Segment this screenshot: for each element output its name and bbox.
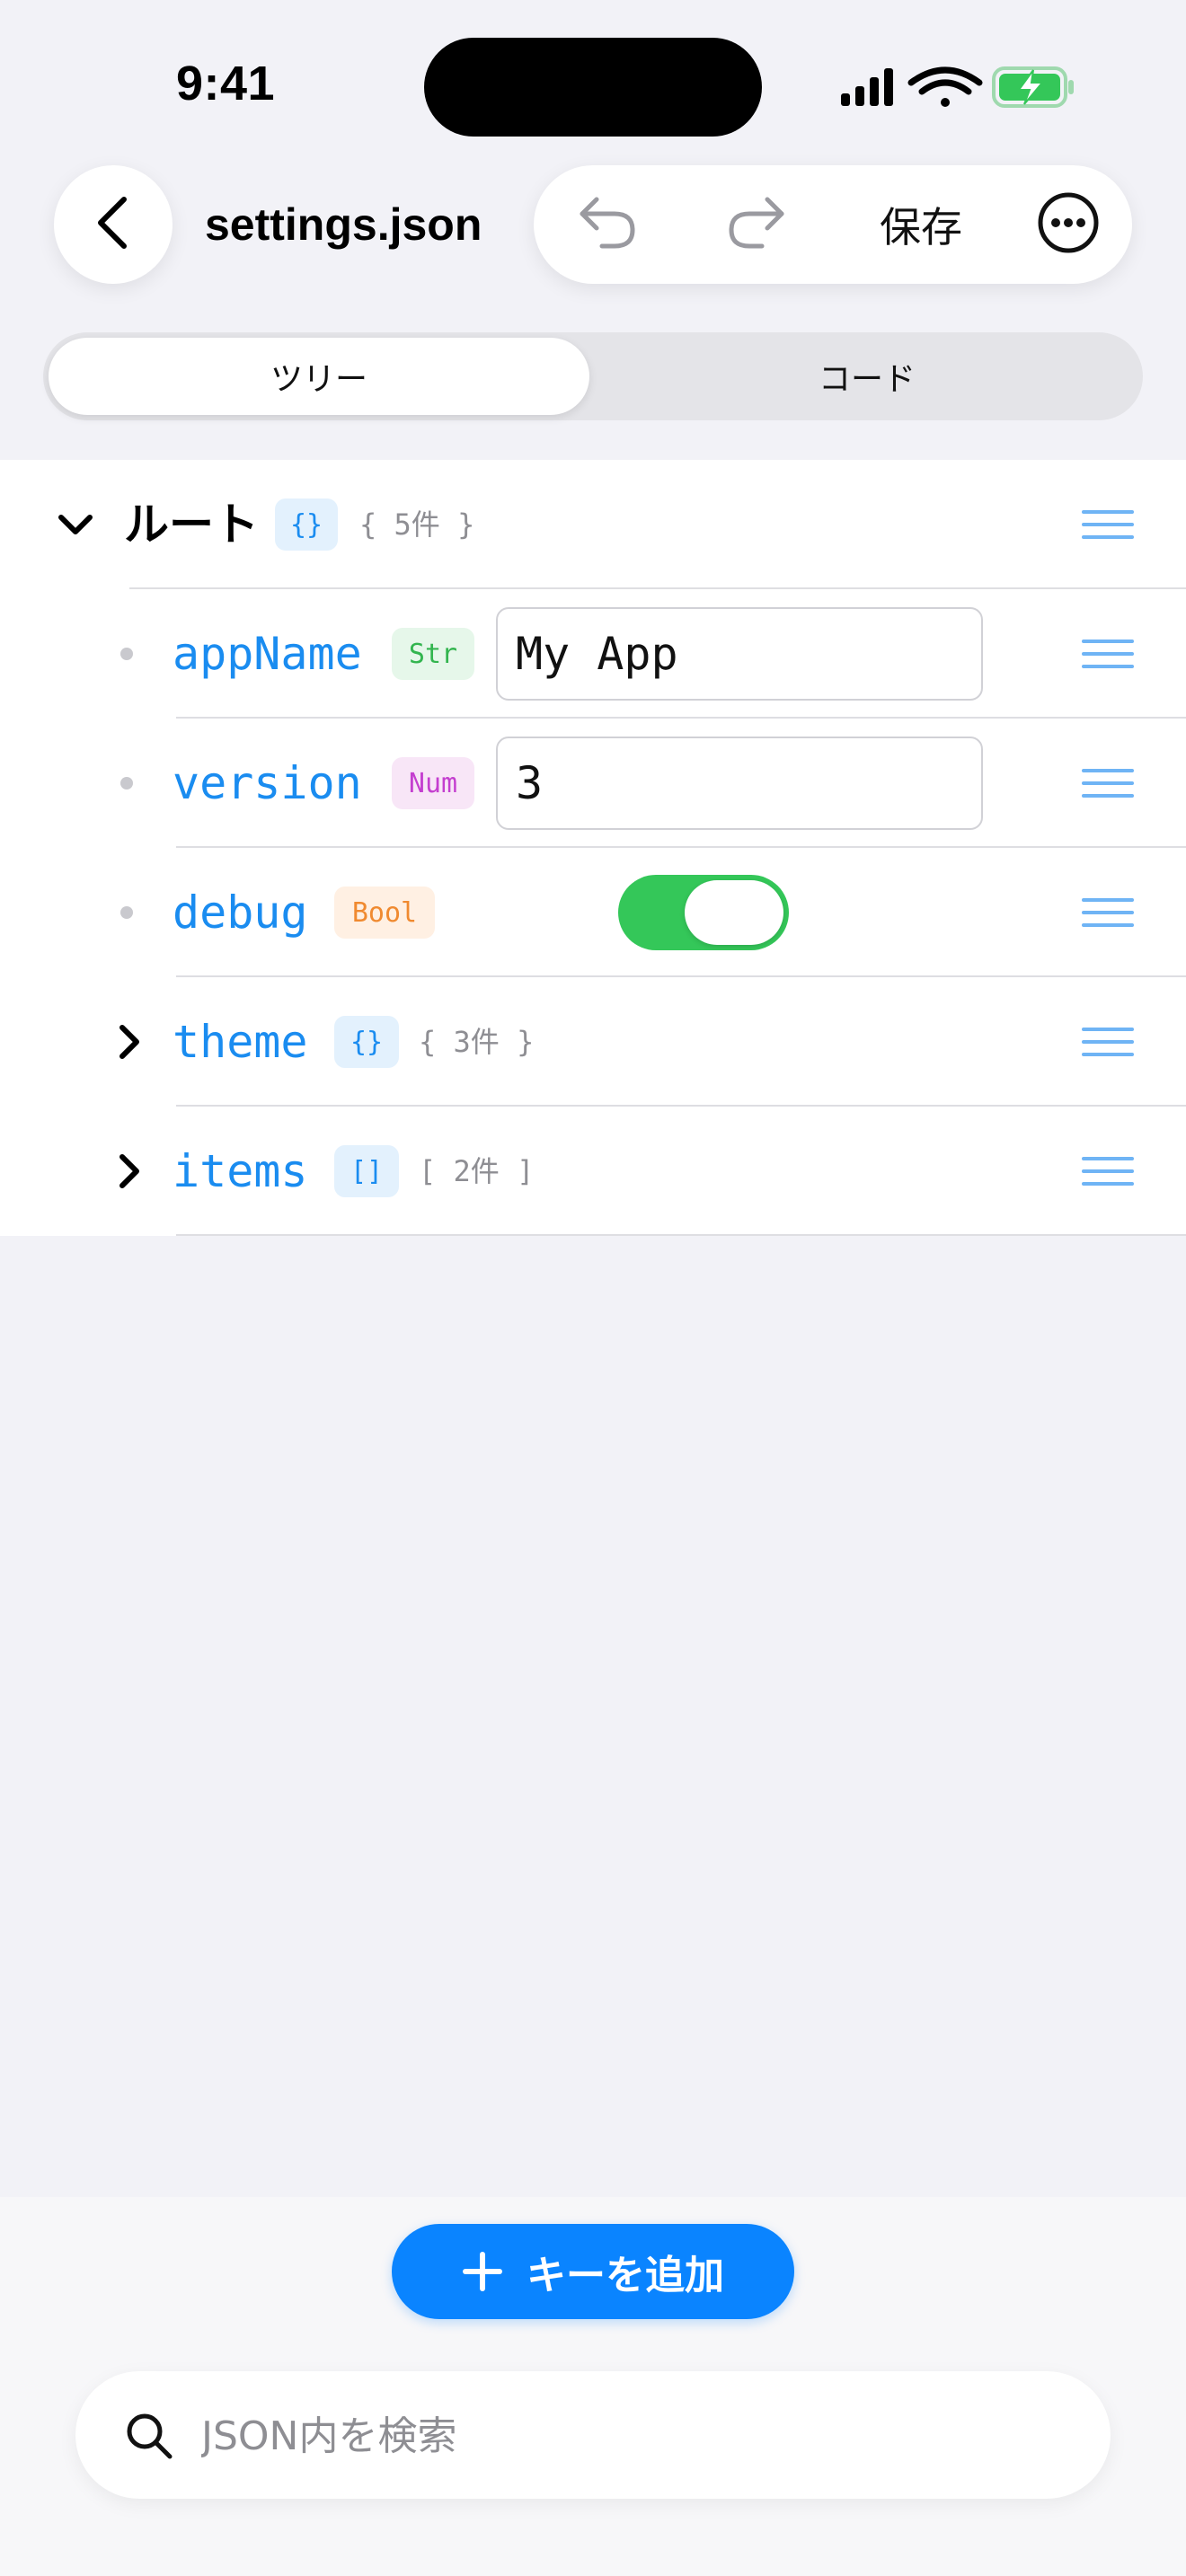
cellular-signal-icon — [841, 68, 893, 106]
tree-row[interactable]: items [] [ 2件 ] — [0, 1107, 1186, 1236]
root-label: ルート — [124, 499, 259, 550]
key-label[interactable]: items — [173, 1144, 308, 1198]
drag-handle-icon[interactable] — [1080, 507, 1136, 543]
status-bar: 9:41 — [0, 0, 1186, 153]
tab-tree[interactable]: ツリー — [49, 338, 589, 415]
key-label[interactable]: appName — [173, 627, 362, 681]
battery-icon — [992, 66, 1074, 108]
tab-code[interactable]: コード — [597, 338, 1137, 415]
leaf-bullet — [120, 906, 133, 919]
add-key-label: キーを追加 — [527, 2253, 724, 2298]
status-icons — [836, 63, 1078, 111]
save-button[interactable]: 保存 — [845, 165, 997, 284]
drag-handle-icon[interactable] — [1080, 765, 1136, 801]
tree-row: debug Bool — [0, 848, 1186, 977]
more-icon — [1036, 190, 1101, 259]
drag-handle-icon[interactable] — [1080, 895, 1136, 931]
back-button[interactable] — [54, 165, 173, 284]
wifi-icon — [907, 66, 983, 107]
drag-handle-icon[interactable] — [1080, 636, 1136, 672]
object-type-badge: {} — [334, 1016, 399, 1068]
more-button[interactable] — [1019, 165, 1118, 284]
undo-icon — [575, 194, 640, 255]
value-field[interactable]: 3 — [496, 737, 983, 830]
toggle-knob — [685, 880, 783, 945]
chevron-right-icon[interactable] — [110, 1022, 149, 1062]
tree-row[interactable]: theme {} { 3件 } — [0, 977, 1186, 1107]
file-title: settings.json — [205, 199, 482, 250]
number-type-badge: Num — [392, 757, 474, 809]
tree-row: version Num 3 — [0, 719, 1186, 848]
string-type-badge: Str — [392, 628, 474, 680]
search-bar[interactable] — [75, 2371, 1111, 2501]
debug-toggle[interactable] — [618, 875, 789, 950]
child-count: { 5件 } — [359, 507, 475, 542]
child-count: { 3件 } — [419, 1025, 535, 1059]
tree-row: appName Str My App — [0, 589, 1186, 719]
array-type-badge: [] — [334, 1145, 399, 1197]
leaf-bullet — [120, 648, 133, 660]
redo-icon — [724, 194, 789, 255]
chevron-right-icon[interactable] — [110, 1151, 149, 1191]
child-count: [ 2件 ] — [419, 1154, 535, 1188]
key-label[interactable]: theme — [173, 1015, 308, 1069]
leaf-bullet — [120, 777, 133, 790]
view-mode-segmented-control: ツリー コード — [43, 332, 1143, 420]
row-divider — [176, 1234, 1186, 1236]
tree-row-root[interactable]: ルート {} { 5件 } — [0, 460, 1186, 589]
redo-button[interactable] — [703, 165, 810, 284]
key-label[interactable]: debug — [173, 886, 308, 940]
bool-type-badge: Bool — [334, 887, 435, 939]
toolbar-actions: 保存 — [534, 165, 1132, 284]
plus-icon — [463, 2252, 502, 2291]
status-time: 9:41 — [176, 57, 276, 110]
drag-handle-icon[interactable] — [1080, 1024, 1136, 1060]
object-type-badge: {} — [275, 498, 338, 551]
chevron-down-icon[interactable] — [56, 505, 95, 544]
value-field[interactable]: My App — [496, 607, 983, 701]
drag-handle-icon[interactable] — [1080, 1153, 1136, 1189]
json-tree: ルート {} { 5件 } appName Str My App version… — [0, 460, 1186, 1236]
chevron-left-icon — [93, 194, 133, 255]
add-key-button[interactable]: キーを追加 — [392, 2224, 794, 2319]
undo-button[interactable] — [553, 165, 661, 284]
dynamic-island — [424, 38, 762, 137]
key-label[interactable]: version — [173, 756, 362, 810]
search-icon — [124, 2411, 174, 2461]
search-input[interactable] — [199, 2371, 1066, 2501]
